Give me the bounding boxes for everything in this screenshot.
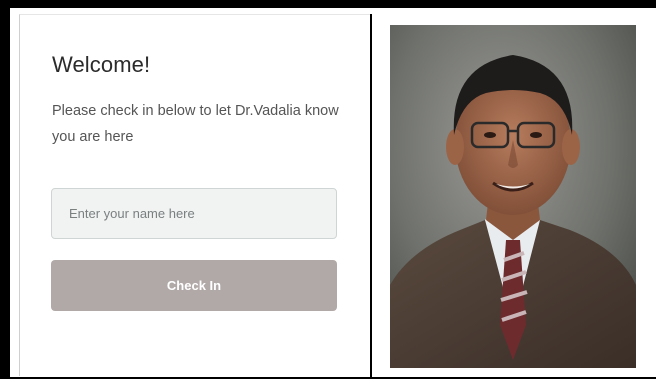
check-in-button[interactable]: Check In — [51, 260, 337, 311]
name-input[interactable] — [51, 188, 337, 239]
doctor-photo — [390, 25, 636, 368]
welcome-title: Welcome! — [52, 52, 151, 77]
checkin-message: Please check in below to let Dr.Vadalia … — [52, 103, 339, 145]
doctor-portrait-image — [390, 25, 636, 368]
